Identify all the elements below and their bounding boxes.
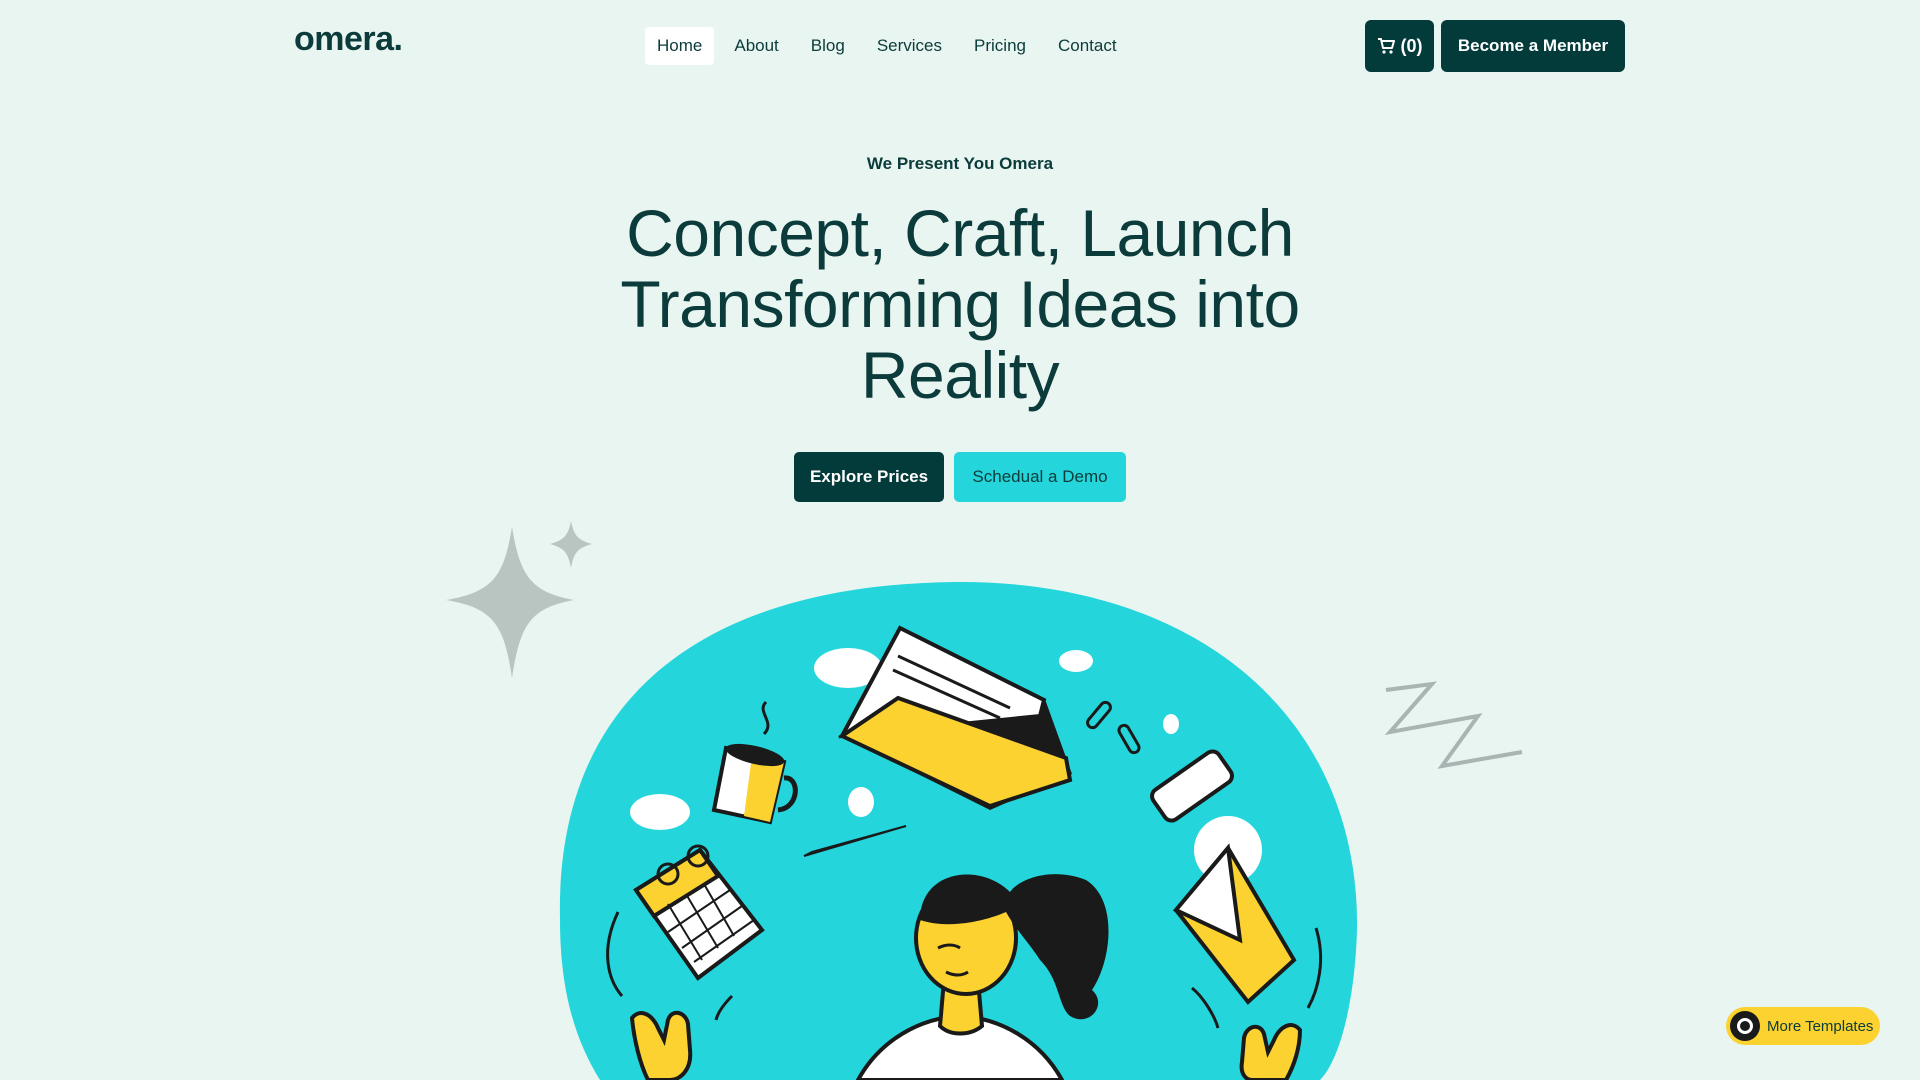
more-templates-label: More Templates: [1767, 1017, 1874, 1035]
template-logo-icon: [1730, 1011, 1760, 1041]
sparkle-icon: [446, 521, 592, 678]
more-templates-button[interactable]: More Templates: [1726, 1007, 1880, 1045]
zigzag-decoration: [1384, 681, 1523, 769]
hero-illustration: [446, 521, 1523, 1080]
